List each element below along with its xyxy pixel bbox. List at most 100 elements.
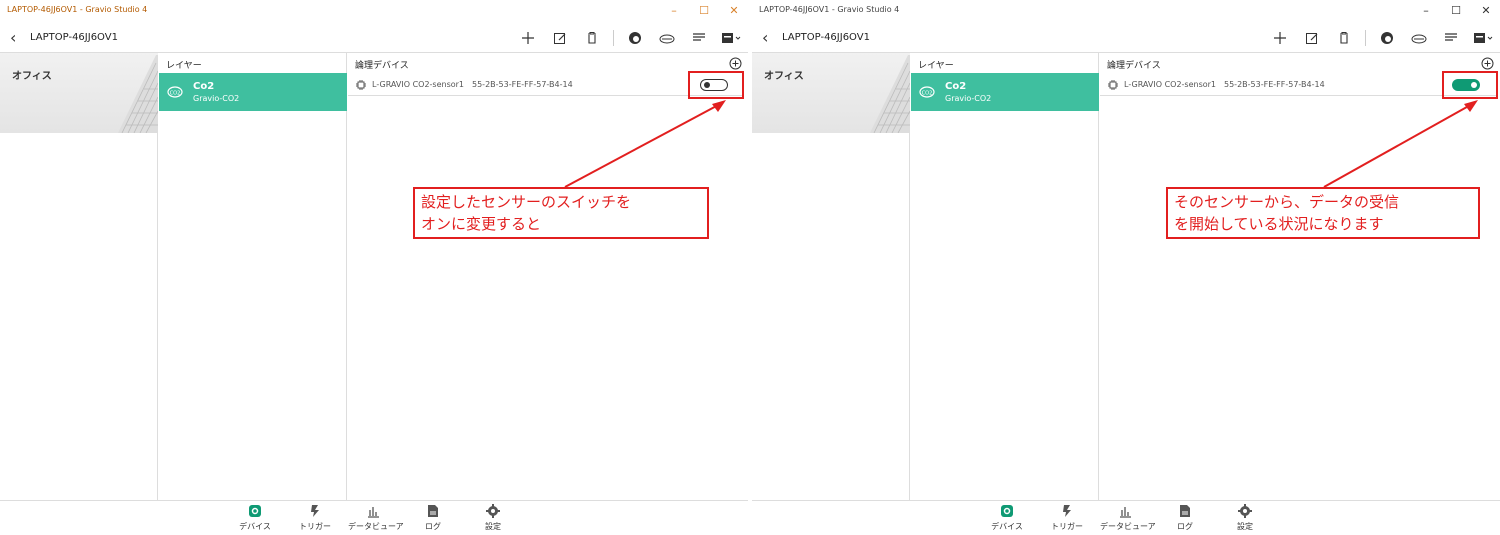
main-content: オフィス レイヤー CO2 Co2 Gravio-CO2 論理デバイス L-GR… <box>752 52 1500 501</box>
minimize-icon[interactable]: – <box>666 3 682 19</box>
window-title: LAPTOP-46JJ6OV1 - Gravio Studio 4 <box>759 5 900 14</box>
highlight-box <box>688 71 744 99</box>
area-column: オフィス <box>0 53 158 501</box>
area-label: オフィス <box>764 71 804 82</box>
nav-settings[interactable]: 設定 <box>1220 504 1270 535</box>
co2-icon: CO2 <box>167 86 183 98</box>
highlight-box <box>1442 71 1498 99</box>
toolbar <box>507 27 742 49</box>
view-menu-icon[interactable] <box>720 27 742 49</box>
device-name: L-GRAVIO CO2-sensor1 <box>1124 80 1217 89</box>
log-icon <box>428 505 438 517</box>
device-mac: 55-2B-53-FE-FF-57-B4-14 <box>472 80 573 89</box>
layer-column: レイヤー CO2 Co2 Gravio-CO2 <box>159 53 347 501</box>
host-name: LAPTOP-46JJ6OV1 <box>782 32 870 43</box>
add-device-icon[interactable] <box>1481 57 1494 70</box>
bottom-nav: デバイス トリガー データビューア ログ 設定 <box>752 500 1500 535</box>
trigger-icon <box>311 505 319 517</box>
log-icon <box>1180 505 1190 517</box>
delete-icon[interactable] <box>1333 27 1355 49</box>
nav-settings[interactable]: 設定 <box>468 504 518 535</box>
edit-icon[interactable] <box>549 27 571 49</box>
settings-gear-icon <box>486 504 500 518</box>
layer-subtitle: Gravio-CO2 <box>945 94 992 103</box>
mqtt-icon[interactable] <box>656 27 678 49</box>
device-mac: 55-2B-53-FE-FF-57-B4-14 <box>1224 80 1325 89</box>
layer-name: Co2 <box>945 81 967 92</box>
device-row[interactable]: L-GRAVIO CO2-sensor1 55-2B-53-FE-FF-57-B… <box>1100 74 1496 96</box>
nav-dataviewer[interactable]: データビューア <box>1100 504 1156 535</box>
nav-dataviewer[interactable]: データビューア <box>348 504 404 535</box>
mqtt-icon[interactable] <box>1408 27 1430 49</box>
area-column: オフィス <box>752 53 910 501</box>
nav-bar: ‹ LAPTOP-46JJ6OV1 <box>0 24 748 52</box>
callout-line-2: オンに変更すると <box>421 215 542 233</box>
nav-devices[interactable]: デバイス <box>982 504 1032 535</box>
delete-icon[interactable] <box>581 27 603 49</box>
svg-text:CO2: CO2 <box>170 91 181 97</box>
svg-text:CO2: CO2 <box>922 91 933 97</box>
maximize-icon[interactable]: ☐ <box>1448 3 1464 19</box>
annotation-callout: そのセンサーから、データの受信 を開始している状況になります <box>1166 187 1480 239</box>
callout-line-1: そのセンサーから、データの受信 <box>1174 193 1400 211</box>
main-content: オフィス レイヤー CO2 Co2 Gravio-CO2 論理デバイス L-GR… <box>0 52 748 501</box>
callout-line-1: 設定したセンサーのスイッチを <box>421 193 632 211</box>
nav-log[interactable]: ログ <box>408 504 458 535</box>
edit-icon[interactable] <box>1301 27 1323 49</box>
bottom-nav: デバイス トリガー データビューア ログ 設定 <box>0 500 748 535</box>
co2-icon: CO2 <box>919 86 935 98</box>
layer-item-co2[interactable]: CO2 Co2 Gravio-CO2 <box>159 73 347 111</box>
sensor-icon[interactable] <box>1376 27 1398 49</box>
screenshot-after: LAPTOP-46JJ6OV1 - Gravio Studio 4 – ☐ ✕ … <box>752 0 1500 535</box>
device-gear-icon <box>249 505 261 517</box>
add-device-icon[interactable] <box>729 57 742 70</box>
area-card-office[interactable]: オフィス <box>752 53 910 133</box>
settings-gear-icon <box>1238 504 1252 518</box>
minimize-icon[interactable]: – <box>1418 3 1434 19</box>
title-bar: LAPTOP-46JJ6OV1 - Gravio Studio 4 – ☐ ✕ <box>0 0 748 22</box>
nav-triggers[interactable]: トリガー <box>1042 504 1092 535</box>
device-gear-icon <box>1001 505 1013 517</box>
screenshot-before: LAPTOP-46JJ6OV1 - Gravio Studio 4 – ☐ ✕ … <box>0 0 748 535</box>
list-icon[interactable] <box>1440 27 1462 49</box>
host-name: LAPTOP-46JJ6OV1 <box>30 32 118 43</box>
nav-log[interactable]: ログ <box>1160 504 1210 535</box>
back-icon[interactable]: ‹ <box>762 28 776 48</box>
layer-column: レイヤー CO2 Co2 Gravio-CO2 <box>911 53 1099 501</box>
window-title: LAPTOP-46JJ6OV1 - Gravio Studio 4 <box>7 5 148 14</box>
layer-subtitle: Gravio-CO2 <box>193 94 240 103</box>
layer-header: レイヤー <box>166 61 202 71</box>
annotation-callout: 設定したセンサーのスイッチを オンに変更すると <box>413 187 709 239</box>
nav-devices[interactable]: デバイス <box>230 504 280 535</box>
chart-icon <box>368 507 379 518</box>
view-menu-icon[interactable] <box>1472 27 1494 49</box>
close-icon[interactable]: ✕ <box>1478 3 1494 19</box>
chip-icon <box>356 80 366 90</box>
device-name: L-GRAVIO CO2-sensor1 <box>372 80 465 89</box>
add-icon[interactable] <box>1269 27 1291 49</box>
building-icon <box>118 55 158 133</box>
maximize-icon[interactable]: ☐ <box>696 3 712 19</box>
building-icon <box>870 55 910 133</box>
trigger-icon <box>1063 505 1071 517</box>
chip-icon <box>1108 80 1118 90</box>
close-icon[interactable]: ✕ <box>726 3 742 19</box>
device-header: 論理デバイス <box>1107 61 1161 71</box>
device-header: 論理デバイス <box>355 61 409 71</box>
area-card-office[interactable]: オフィス <box>0 53 158 133</box>
nav-bar: ‹ LAPTOP-46JJ6OV1 <box>752 24 1500 52</box>
layer-header: レイヤー <box>918 61 954 71</box>
nav-triggers[interactable]: トリガー <box>290 504 340 535</box>
device-column: 論理デバイス L-GRAVIO CO2-sensor1 55-2B-53-FE-… <box>348 53 748 501</box>
chart-icon <box>1120 507 1131 518</box>
device-column: 論理デバイス L-GRAVIO CO2-sensor1 55-2B-53-FE-… <box>1100 53 1500 501</box>
layer-item-co2[interactable]: CO2 Co2 Gravio-CO2 <box>911 73 1099 111</box>
sensor-icon[interactable] <box>624 27 646 49</box>
list-icon[interactable] <box>688 27 710 49</box>
back-icon[interactable]: ‹ <box>10 28 24 48</box>
area-label: オフィス <box>12 71 52 82</box>
device-row[interactable]: L-GRAVIO CO2-sensor1 55-2B-53-FE-FF-57-B… <box>348 74 744 96</box>
toolbar <box>1259 27 1494 49</box>
title-bar: LAPTOP-46JJ6OV1 - Gravio Studio 4 – ☐ ✕ <box>752 0 1500 22</box>
add-icon[interactable] <box>517 27 539 49</box>
